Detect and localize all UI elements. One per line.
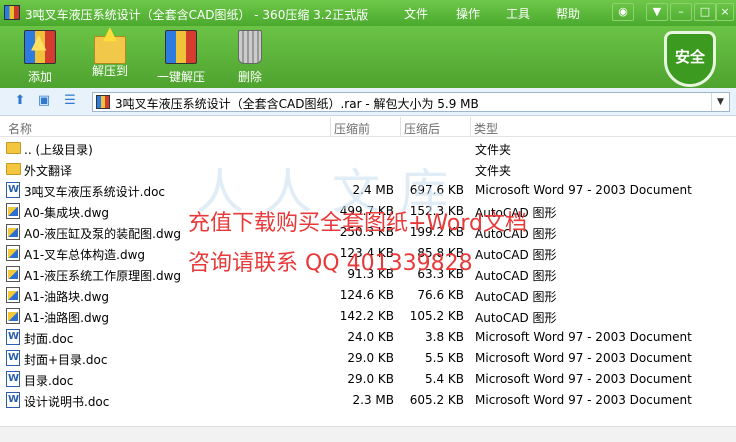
autocad-file-icon: [6, 245, 20, 261]
add-button[interactable]: 添加: [14, 26, 66, 88]
address-path: 3吨叉车液压系统设计（全套含CAD图纸）.rar - 解包大小为 5.9 MB: [115, 97, 479, 111]
list-item[interactable]: 目录.doc 29.0 KB 5.4 KB Microsoft Word 97 …: [0, 369, 736, 390]
autocad-file-icon: [6, 308, 20, 324]
autocad-file-icon: [6, 224, 20, 240]
autocad-file-icon: [6, 287, 20, 303]
word-doc-icon: [6, 182, 20, 198]
security-shield-button[interactable]: 安全: [664, 31, 716, 87]
status-bar: [0, 426, 736, 442]
menu-tools[interactable]: 工具: [506, 5, 530, 22]
maximize-icon[interactable]: □: [694, 3, 716, 21]
list-item[interactable]: 封面.doc 24.0 KB 3.8 KB Microsoft Word 97 …: [0, 327, 736, 348]
list-item[interactable]: A1-油路块.dwg 124.6 KB 76.6 KB AutoCAD 图形: [0, 285, 736, 306]
watermark-text: 咨询请联系 QQ 401339828: [188, 251, 473, 276]
app-icon: [4, 5, 20, 20]
word-doc-icon: [6, 392, 20, 408]
column-divider[interactable]: [470, 117, 471, 137]
delete-button[interactable]: 删除: [224, 26, 276, 88]
column-name[interactable]: 名称: [8, 120, 32, 137]
column-type[interactable]: 类型: [474, 120, 498, 137]
add-archive-icon: [24, 29, 56, 64]
window-title: 3吨叉车液压系统设计（全套含CAD图纸） - 360压缩 3.2正式版: [25, 8, 369, 22]
menu-file[interactable]: 文件: [404, 5, 428, 22]
close-icon[interactable]: ×: [716, 3, 734, 21]
word-doc-icon: [6, 329, 20, 345]
list-item[interactable]: 设计说明书.doc 2.3 MB 605.2 KB Microsoft Word…: [0, 390, 736, 411]
column-divider[interactable]: [330, 117, 331, 137]
trash-icon: [238, 30, 262, 64]
folder-icon: [6, 142, 21, 154]
menu-icon[interactable]: ▼: [646, 3, 668, 21]
one-click-extract-button[interactable]: 一键解压: [150, 26, 212, 88]
extract-to-button[interactable]: 解压到: [84, 23, 136, 88]
large-icon-view-icon[interactable]: ▣: [36, 94, 52, 108]
column-header: 名称 压缩前 压缩后 类型: [0, 117, 736, 137]
watermark-text: 充值下载购买全套图纸+Word文档: [188, 211, 527, 236]
menu-operate[interactable]: 操作: [456, 5, 480, 22]
menu-help[interactable]: 帮助: [556, 5, 580, 22]
word-doc-icon: [6, 371, 20, 387]
column-divider[interactable]: [400, 117, 401, 137]
word-doc-icon: [6, 350, 20, 366]
list-item[interactable]: 封面+目录.doc 29.0 KB 5.5 KB Microsoft Word …: [0, 348, 736, 369]
list-view-icon[interactable]: ☰: [62, 94, 78, 108]
folder-icon: [6, 163, 21, 175]
address-bar: ⬆ ▣ ☰ 3吨叉车液压系统设计（全套含CAD图纸）.rar - 解包大小为 5…: [0, 88, 736, 116]
list-item[interactable]: A1-油路图.dwg 142.2 KB 105.2 KB AutoCAD 图形: [0, 306, 736, 327]
minimize-icon[interactable]: –: [670, 3, 692, 21]
skin-icon[interactable]: ◉: [612, 3, 634, 21]
chevron-down-icon[interactable]: ▼: [711, 93, 729, 111]
column-compressed[interactable]: 压缩后: [404, 120, 440, 137]
column-size[interactable]: 压缩前: [334, 120, 370, 137]
address-field[interactable]: 3吨叉车液压系统设计（全套含CAD图纸）.rar - 解包大小为 5.9 MB …: [92, 92, 730, 112]
autocad-file-icon: [6, 203, 20, 219]
toolbar: 添加 解压到 一键解压 删除: [0, 23, 736, 88]
extract-folder-icon: [94, 23, 126, 64]
autocad-file-icon: [6, 266, 20, 282]
archive-icon: [96, 95, 110, 109]
up-arrow-icon[interactable]: ⬆: [12, 94, 28, 108]
one-click-extract-icon: [165, 30, 197, 64]
